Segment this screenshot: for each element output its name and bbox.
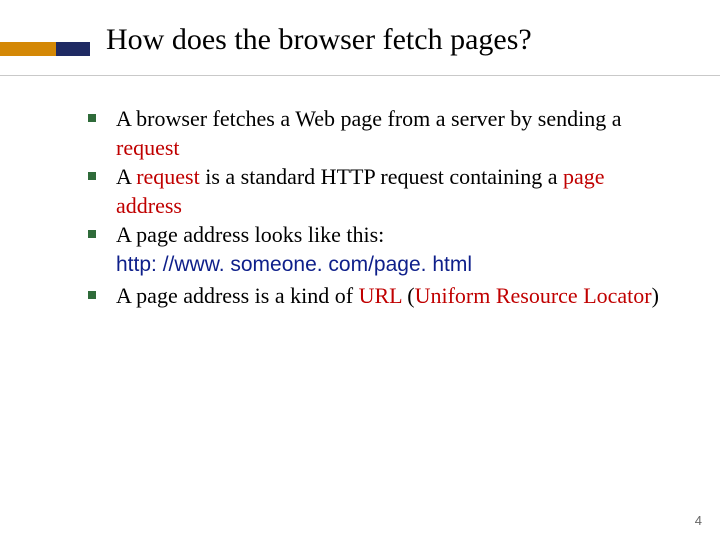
- bullet-text: A: [116, 164, 136, 189]
- bullet-text: (: [402, 283, 415, 308]
- bullet-text: A page address looks like this:: [116, 222, 384, 247]
- slide-body: A browser fetches a Web page from a serv…: [80, 104, 668, 310]
- bullet-item: A request is a standard HTTP request con…: [80, 162, 668, 220]
- bullet-text: A browser fetches a Web page from a serv…: [116, 106, 621, 131]
- bullet-item: A page address looks like this:: [80, 220, 668, 249]
- accent-bar-orange: [0, 42, 56, 56]
- bullet-text: A page address is a kind of: [116, 283, 359, 308]
- title-band: How does the browser fetch pages?: [0, 28, 720, 66]
- keyword-request: request: [116, 135, 180, 160]
- keyword-url-expansion: Uniform Resource Locator: [415, 283, 652, 308]
- keyword-url: URL: [359, 283, 402, 308]
- square-bullet-icon: [88, 291, 96, 299]
- bullet-text: is a standard HTTP request containing a: [200, 164, 563, 189]
- title-underline: [0, 75, 720, 76]
- square-bullet-icon: [88, 172, 96, 180]
- square-bullet-icon: [88, 114, 96, 122]
- bullet-item: A browser fetches a Web page from a serv…: [80, 104, 668, 162]
- bullet-item: A page address is a kind of URL (Uniform…: [80, 281, 668, 310]
- keyword-request: request: [136, 164, 200, 189]
- page-number: 4: [695, 513, 702, 528]
- bullet-text: ): [652, 283, 659, 308]
- slide-title: How does the browser fetch pages?: [106, 23, 532, 57]
- square-bullet-icon: [88, 230, 96, 238]
- example-url: http: //www. someone. com/page. html: [116, 251, 668, 279]
- accent-bar-navy: [56, 42, 90, 56]
